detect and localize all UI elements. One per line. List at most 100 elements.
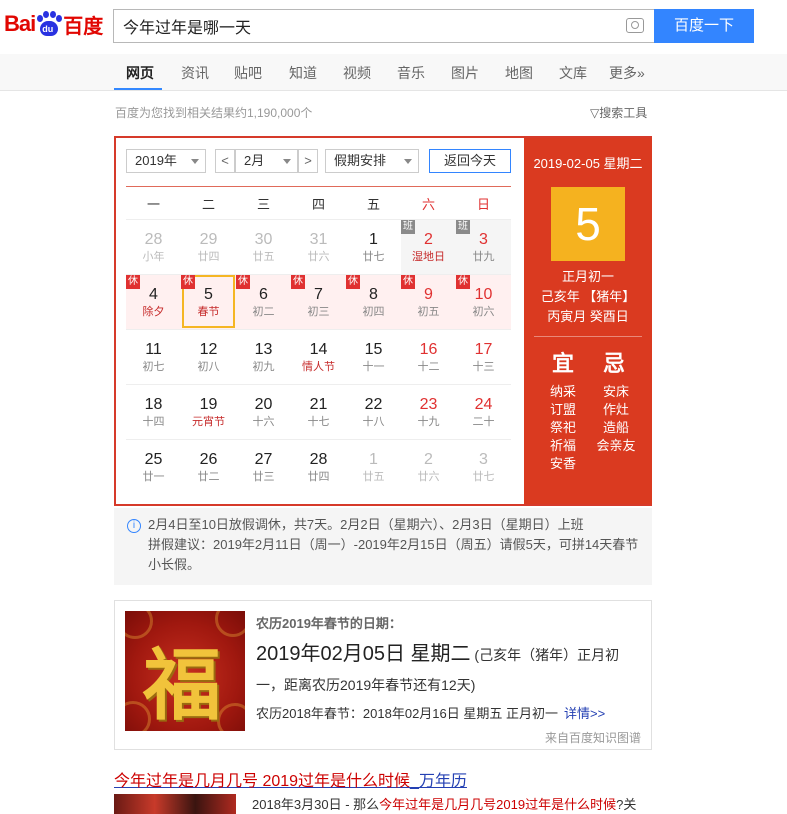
calendar-day[interactable]: 休 9 初五 bbox=[401, 274, 456, 329]
day-number: 29 bbox=[199, 231, 218, 248]
details-link[interactable]: 详情>> bbox=[564, 706, 605, 721]
calendar-day[interactable]: 2 廿六 bbox=[401, 439, 456, 494]
calendar-day[interactable]: 19 元宵节 bbox=[181, 384, 236, 439]
divider bbox=[534, 336, 642, 337]
ganzhi: 丙寅月 癸酉日 bbox=[547, 309, 629, 324]
calendar-day[interactable]: 25 廿一 bbox=[126, 439, 181, 494]
yi-item: 安香 bbox=[549, 456, 576, 471]
day-number: 30 bbox=[254, 231, 273, 248]
day-number: 16 bbox=[419, 341, 438, 358]
spring-festival-date: 2019年02月05日 星期二 bbox=[256, 643, 471, 665]
logo-text-cn: 百度 bbox=[63, 15, 104, 38]
ji-item: 会亲友 bbox=[596, 438, 636, 453]
rest-tag: 休 bbox=[401, 275, 415, 289]
tab-zhidao[interactable]: 知道 bbox=[289, 63, 317, 83]
baidu-logo[interactable]: Bai du 百度 bbox=[4, 6, 103, 42]
tab-map[interactable]: 地图 bbox=[505, 63, 533, 83]
calendar-day[interactable]: 28 小年 bbox=[126, 219, 181, 274]
calendar-day[interactable]: 11 初七 bbox=[126, 329, 181, 384]
active-tab-underline bbox=[114, 88, 162, 90]
calendar-day[interactable]: 31 廿六 bbox=[291, 219, 346, 274]
tab-music[interactable]: 音乐 bbox=[397, 63, 425, 83]
calendar-day[interactable]: 26 廿二 bbox=[181, 439, 236, 494]
calendar-day[interactable]: 16 十二 bbox=[401, 329, 456, 384]
day-number: 1 bbox=[369, 231, 378, 248]
tab-web[interactable]: 网页 bbox=[126, 63, 154, 83]
calendar-day[interactable]: 15 十一 bbox=[346, 329, 401, 384]
calendar-day[interactable]: 13 初九 bbox=[236, 329, 291, 384]
search-input[interactable] bbox=[114, 10, 604, 42]
calendar-day[interactable]: 1 廿五 bbox=[346, 439, 401, 494]
result-count: 百度为您找到相关结果约1,190,000个 bbox=[115, 106, 313, 120]
lunar-label: 十四 bbox=[142, 416, 165, 428]
nav-tabs: 网页 资讯 贴吧 知道 视频 音乐 图片 地图 文库 更多» bbox=[0, 54, 787, 91]
result-thumbnail[interactable] bbox=[114, 794, 236, 814]
calendar-day[interactable]: 休 6 初二 bbox=[236, 274, 291, 329]
selected-day-number: 5 bbox=[551, 187, 625, 261]
filter-icon: ▽ bbox=[590, 106, 600, 120]
tab-more[interactable]: 更多» bbox=[609, 63, 645, 83]
prev-month-button[interactable]: < bbox=[215, 149, 235, 173]
calendar-day[interactable]: 18 十四 bbox=[126, 384, 181, 439]
search-tools-button[interactable]: ▽搜索工具 bbox=[590, 104, 647, 121]
lunar-label: 廿四 bbox=[197, 251, 220, 263]
snippet-highlight: 今年过年是几月几号2019过年是什么时候 bbox=[379, 797, 617, 812]
calendar-day[interactable]: 21 十七 bbox=[291, 384, 346, 439]
logo-text-bai: Bai bbox=[4, 11, 36, 36]
calendar-day[interactable]: 休 7 初三 bbox=[291, 274, 346, 329]
month-select-value: 2月 bbox=[244, 153, 265, 168]
calendar-day[interactable]: 22 十八 bbox=[346, 384, 401, 439]
calendar-day[interactable]: 休 4 除夕 bbox=[126, 274, 181, 329]
yi-item: 订盟 bbox=[549, 402, 576, 417]
calendar-day[interactable]: 休 5 春节 bbox=[181, 274, 236, 329]
tab-wenku[interactable]: 文库 bbox=[559, 63, 587, 83]
yi-item: 祈福 bbox=[549, 438, 576, 453]
lunar-label: 春节 bbox=[197, 306, 220, 318]
calendar-day[interactable]: 17 十三 bbox=[456, 329, 511, 384]
calendar-day[interactable]: 班 2 湿地日 bbox=[401, 219, 456, 274]
tab-tieba[interactable]: 贴吧 bbox=[234, 63, 262, 83]
calendar-day[interactable]: 1 廿七 bbox=[346, 219, 401, 274]
calendar-day[interactable]: 班 3 廿九 bbox=[456, 219, 511, 274]
lunar-label: 十一 bbox=[362, 361, 385, 373]
notice-line-2: 拼假建议：2019年2月11日（周一）-2019年2月15日（周五）请假5天，可… bbox=[148, 537, 639, 572]
lunar-label: 廿七 bbox=[362, 251, 385, 263]
calendar-day[interactable]: 28 廿四 bbox=[291, 439, 346, 494]
result-title-highlight: 今年过年是几月几号 2019过年是什么时候 bbox=[114, 773, 411, 790]
tab-images[interactable]: 图片 bbox=[451, 63, 479, 83]
back-to-today-button[interactable]: 返回今天 bbox=[429, 149, 511, 173]
calendar-day[interactable]: 14 情人节 bbox=[291, 329, 346, 384]
camera-icon[interactable] bbox=[626, 18, 644, 33]
calendar-day[interactable]: 24 二十 bbox=[456, 384, 511, 439]
holiday-select[interactable]: 假期安排 bbox=[325, 149, 419, 173]
search-button[interactable]: 百度一下 bbox=[654, 9, 754, 43]
result-title-link[interactable]: 今年过年是几月几号 2019过年是什么时候_万年历 bbox=[114, 767, 467, 791]
lunar-label: 廿七 bbox=[472, 471, 495, 483]
calendar-day[interactable]: 30 廿五 bbox=[236, 219, 291, 274]
calendar-day[interactable]: 29 廿四 bbox=[181, 219, 236, 274]
calendar-day[interactable]: 27 廿三 bbox=[236, 439, 291, 494]
day-number: 1 bbox=[369, 451, 378, 468]
selected-date: 2019-02-05 星期二 bbox=[533, 156, 643, 171]
calendar-day[interactable]: 休 10 初六 bbox=[456, 274, 511, 329]
calendar-day[interactable]: 3 廿七 bbox=[456, 439, 511, 494]
lunar-label: 廿二 bbox=[197, 471, 220, 483]
weekday-label: 日 bbox=[476, 197, 490, 212]
calendar-day[interactable]: 20 十六 bbox=[236, 384, 291, 439]
yi-list: 纳采 订盟 祭祀 祈福 安香 bbox=[538, 383, 588, 473]
weekday-label: 三 bbox=[256, 197, 270, 212]
fu-image[interactable]: 福 bbox=[125, 611, 245, 731]
card-kicker: 农历2019年春节的日期： bbox=[256, 616, 402, 631]
day-number: 28 bbox=[309, 451, 328, 468]
calendar-day[interactable]: 23 十九 bbox=[401, 384, 456, 439]
tab-video[interactable]: 视频 bbox=[343, 63, 371, 83]
year-select[interactable]: 2019年 bbox=[126, 149, 206, 173]
tab-news[interactable]: 资讯 bbox=[181, 63, 209, 83]
next-month-button[interactable]: > bbox=[298, 149, 318, 173]
weekday-label: 一 bbox=[146, 197, 160, 212]
calendar-day[interactable]: 休 8 初四 bbox=[346, 274, 401, 329]
calendar-day[interactable]: 12 初八 bbox=[181, 329, 236, 384]
month-select[interactable]: 2月 bbox=[235, 149, 298, 173]
weekday-label: 五 bbox=[366, 197, 380, 212]
day-number: 20 bbox=[254, 396, 273, 413]
